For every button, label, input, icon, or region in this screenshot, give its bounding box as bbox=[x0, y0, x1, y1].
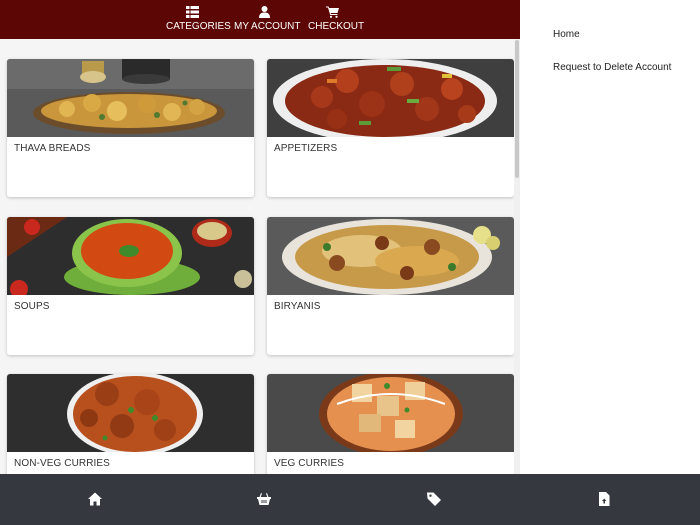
veg-curries-image bbox=[267, 374, 514, 452]
biryanis-image bbox=[267, 217, 514, 295]
user-icon bbox=[234, 6, 294, 20]
category-card-soups[interactable]: SOUPS bbox=[7, 217, 254, 355]
drawer-link-request-delete-account[interactable]: Request to Delete Account bbox=[553, 62, 671, 73]
appetizers-image bbox=[267, 59, 514, 137]
nav-categories-button[interactable]: CATEGORIES bbox=[166, 6, 231, 36]
category-title: THAVA BREADS bbox=[14, 143, 91, 154]
category-title: NON-VEG CURRIES bbox=[14, 458, 110, 469]
category-title: BIRYANIS bbox=[274, 301, 321, 312]
category-card-veg-curries[interactable]: VEG CURRIES bbox=[267, 374, 514, 474]
category-title: VEG CURRIES bbox=[274, 458, 345, 469]
top-nav-bar: CATEGORIES MY ACCOUNT CHECKOUT bbox=[0, 0, 520, 39]
nav-my-account-button[interactable]: MY ACCOUNT bbox=[234, 6, 301, 36]
soups-image bbox=[7, 217, 254, 295]
category-title: APPETIZERS bbox=[274, 143, 338, 154]
category-card-appetizers[interactable]: APPETIZERS bbox=[267, 59, 514, 197]
drawer-link-home[interactable]: Home bbox=[553, 29, 580, 40]
app-root: CATEGORIES MY ACCOUNT CHECKOUT THAVA BRE… bbox=[0, 0, 700, 525]
side-drawer: Home Request to Delete Account bbox=[520, 0, 700, 474]
nav-checkout-label: CHECKOUT bbox=[308, 21, 365, 32]
home-icon bbox=[88, 492, 102, 506]
thava-breads-image bbox=[7, 59, 254, 137]
basket-icon bbox=[257, 493, 271, 505]
scrollbar-thumb[interactable] bbox=[515, 40, 519, 178]
nav-my-account-label: MY ACCOUNT bbox=[234, 21, 301, 32]
tag-icon bbox=[427, 492, 441, 506]
main-content: CATEGORIES MY ACCOUNT CHECKOUT THAVA BRE… bbox=[0, 0, 520, 474]
home-button[interactable] bbox=[87, 491, 103, 507]
cart-icon bbox=[308, 6, 356, 20]
document-icon bbox=[599, 492, 610, 506]
category-card-non-veg-curries[interactable]: NON-VEG CURRIES bbox=[7, 374, 254, 474]
category-card-biryanis[interactable]: BIRYANIS bbox=[267, 217, 514, 355]
non-veg-curries-image bbox=[7, 374, 254, 452]
nav-checkout-button[interactable]: CHECKOUT bbox=[308, 6, 365, 36]
categories-grid-icon bbox=[166, 6, 218, 20]
offers-button[interactable] bbox=[426, 491, 442, 507]
category-card-thava-breads[interactable]: THAVA BREADS bbox=[7, 59, 254, 197]
orders-button[interactable] bbox=[596, 491, 612, 507]
bottom-tab-bar bbox=[0, 474, 700, 525]
category-title: SOUPS bbox=[14, 301, 50, 312]
nav-categories-label: CATEGORIES bbox=[166, 21, 231, 32]
basket-button[interactable] bbox=[256, 491, 272, 507]
